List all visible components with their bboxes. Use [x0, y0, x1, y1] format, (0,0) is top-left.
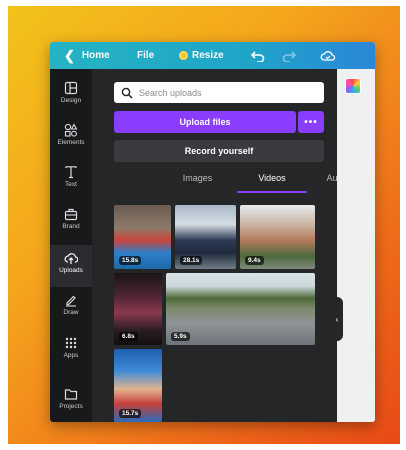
sidebar-item-label: Design	[60, 97, 82, 104]
color-palette-icon[interactable]	[345, 78, 361, 94]
video-thumbnail[interactable]: 28.1s	[175, 205, 236, 269]
sidebar-item-projects[interactable]: Projects	[50, 381, 92, 422]
video-duration: 28.1s	[180, 256, 203, 265]
chevron-left-icon: ‹	[335, 314, 339, 324]
video-duration: 9.4s	[245, 256, 264, 265]
home-button[interactable]: ❮ Home	[64, 42, 110, 69]
tab-images[interactable]: Images	[180, 173, 215, 191]
sidebar-rail: Design Elements Text Brand Uploads Draw …	[50, 69, 92, 422]
sidebar-item-label: Elements	[57, 139, 85, 146]
uploads-panel: Upload files ••• Record yourself Images …	[92, 69, 350, 422]
video-duration: 15.7s	[119, 409, 142, 418]
redo-button[interactable]	[282, 42, 296, 69]
video-duration: 5.9s	[171, 332, 190, 341]
sidebar-item-design[interactable]: Design	[50, 75, 92, 117]
undo-button[interactable]	[251, 42, 265, 69]
cloud-sync-icon	[320, 50, 336, 61]
file-label: File	[137, 50, 155, 61]
record-yourself-button[interactable]: Record yourself	[114, 140, 324, 162]
design-canvas[interactable]	[337, 69, 375, 422]
sidebar-item-draw[interactable]: Draw	[50, 287, 92, 329]
cloud-upload-icon	[64, 253, 78, 264]
video-thumbnail[interactable]: 5.9s	[166, 273, 315, 345]
chevron-left-icon: ❮	[64, 48, 75, 63]
sidebar-item-elements[interactable]: Elements	[50, 117, 92, 159]
resize-button[interactable]: Resize	[179, 42, 224, 69]
sidebar-item-uploads[interactable]: Uploads	[50, 245, 92, 287]
briefcase-icon	[64, 208, 78, 221]
sidebar-item-label: Apps	[63, 352, 79, 359]
home-label: Home	[81, 50, 110, 61]
tab-videos[interactable]: Videos	[237, 173, 307, 193]
sidebar-item-label: Uploads	[59, 267, 83, 274]
video-thumbnail[interactable]: 15.7s	[114, 349, 162, 422]
grid-icon	[65, 337, 77, 349]
sidebar-item-label: Projects	[59, 403, 83, 410]
collapse-panel-button[interactable]: ‹	[331, 297, 343, 341]
video-thumbnail[interactable]: 9.4s	[240, 205, 315, 269]
sidebar-item-label: Draw	[63, 309, 79, 316]
redo-icon	[282, 50, 296, 62]
video-thumbnail[interactable]: 6.8s	[114, 273, 162, 345]
undo-icon	[251, 50, 265, 62]
sidebar-item-apps[interactable]: Apps	[50, 330, 92, 372]
video-duration: 6.8s	[119, 332, 138, 341]
video-thumbnail[interactable]: 15.8s	[114, 205, 171, 269]
top-toolbar: ❮ Home File Resize	[50, 42, 375, 69]
resize-label: Resize	[192, 50, 224, 61]
crown-icon	[179, 51, 188, 60]
file-menu-button[interactable]: File	[137, 42, 154, 69]
sidebar-item-label: Brand	[62, 223, 80, 230]
more-options-button[interactable]: •••	[298, 111, 324, 133]
folder-icon	[64, 389, 78, 400]
search-input[interactable]	[137, 86, 311, 99]
video-duration: 15.8s	[119, 256, 142, 265]
layout-icon	[64, 81, 78, 95]
sidebar-item-text[interactable]: Text	[50, 159, 92, 201]
shapes-icon	[64, 123, 78, 137]
text-icon	[65, 166, 77, 179]
sidebar-item-brand[interactable]: Brand	[50, 201, 92, 243]
upload-files-button[interactable]: Upload files	[114, 111, 296, 133]
search-icon	[121, 87, 133, 99]
cloud-sync-button[interactable]	[320, 42, 336, 69]
sidebar-item-label: Text	[65, 181, 77, 188]
search-box[interactable]	[114, 82, 324, 103]
app-window: ❮ Home File Resize Design Elements Text …	[50, 42, 375, 422]
pen-icon	[66, 295, 76, 307]
